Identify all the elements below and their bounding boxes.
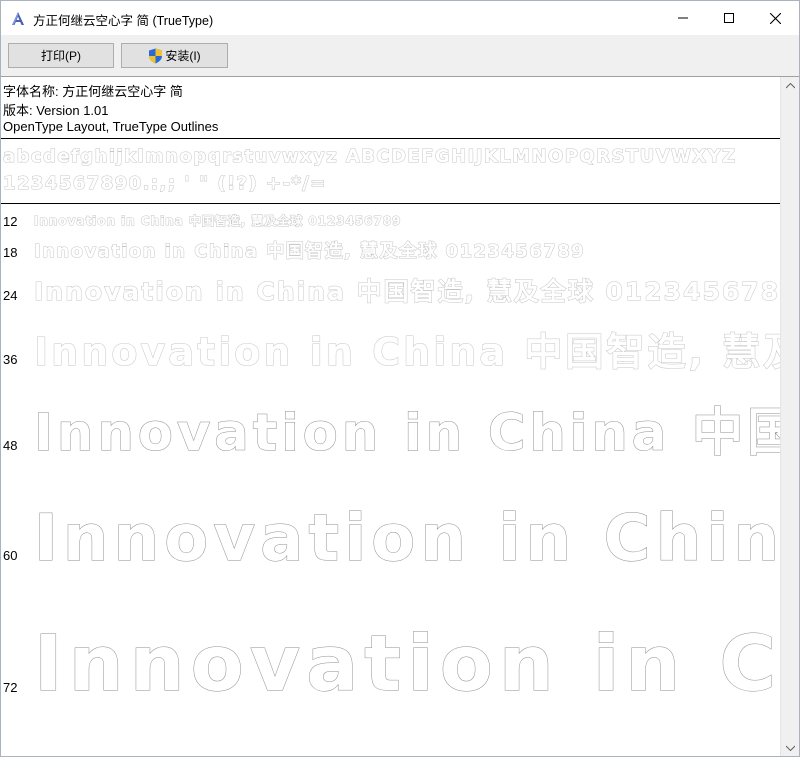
scroll-up-arrow-icon <box>785 82 795 88</box>
maximize-button[interactable] <box>706 1 752 35</box>
sample-size-label: 72 <box>3 680 18 695</box>
minimize-button[interactable] <box>660 1 706 35</box>
sample-size-label: 18 <box>3 245 18 260</box>
close-icon <box>769 12 781 24</box>
print-button-label: 打印(P) <box>41 49 81 63</box>
maximize-icon <box>724 13 734 23</box>
vertical-scrollbar[interactable] <box>780 77 799 756</box>
font-preview-pane: 字体名称: 方正何继云空心字 简 版本: Version 1.01 OpenTy… <box>1 77 780 756</box>
sample-text: Innovation in China 中国智造, 慧及全球 012345678… <box>34 502 780 577</box>
font-version-label: 版本: Version 1.01 <box>3 103 109 118</box>
sample-size-label: 60 <box>3 548 18 563</box>
sample-text: Innovation in China 中国智造, 慧及全球 012345678… <box>34 404 780 464</box>
sample-text: Innovation in China 中国智造, 慧及全球 012345678… <box>33 214 402 229</box>
sample-text: Innovation in China 中国智造, 慧及全球 012345678… <box>33 241 586 263</box>
font-name-label: 字体名称: 方正何继云空心字 简 <box>3 84 183 99</box>
minimize-icon <box>678 17 688 19</box>
close-button[interactable] <box>752 1 798 35</box>
scroll-down-arrow-icon <box>785 745 795 751</box>
sample-text: Innovation in China 中国智造, 慧及全球 012345678… <box>34 620 780 710</box>
sample-text: Innovation in China 中国智造, 慧及全球 012345678… <box>33 330 780 375</box>
sample-size-label: 36 <box>3 352 18 367</box>
toolbar: 打印(P) 安装(I) <box>1 35 799 77</box>
title-bar[interactable]: 方正何继云空心字 简 (TrueType) <box>1 1 799 35</box>
sample-size-label: 12 <box>3 214 18 229</box>
shield-icon <box>149 48 163 63</box>
divider <box>1 203 780 204</box>
scroll-down-button[interactable] <box>781 739 799 756</box>
window-title: 方正何继云空心字 简 (TrueType) <box>33 14 214 28</box>
sample-size-label: 48 <box>3 438 18 453</box>
sample-size-label: 24 <box>3 288 18 303</box>
font-viewer-window: 方正何继云空心字 简 (TrueType) 打印(P) 安装(I) 字体名称: … <box>0 0 800 757</box>
sample-text: Innovation in China 中国智造, 慧及全球 012345678… <box>33 277 780 307</box>
charset-line-letters: abcdefghijklmnopqrstuvwxyz ABCDEFGHIJKLM… <box>3 146 737 168</box>
install-button-label: 安装(I) <box>165 49 201 63</box>
font-outline-type-label: OpenType Layout, TrueType Outlines <box>3 119 219 134</box>
print-button[interactable]: 打印(P) <box>8 43 114 68</box>
install-button[interactable]: 安装(I) <box>121 43 228 68</box>
charset-line-digits: 1234567890.:,; ' " (!?) +-*/= <box>3 173 327 195</box>
scroll-up-button[interactable] <box>781 77 799 94</box>
font-app-icon <box>12 12 24 26</box>
divider <box>1 138 780 139</box>
